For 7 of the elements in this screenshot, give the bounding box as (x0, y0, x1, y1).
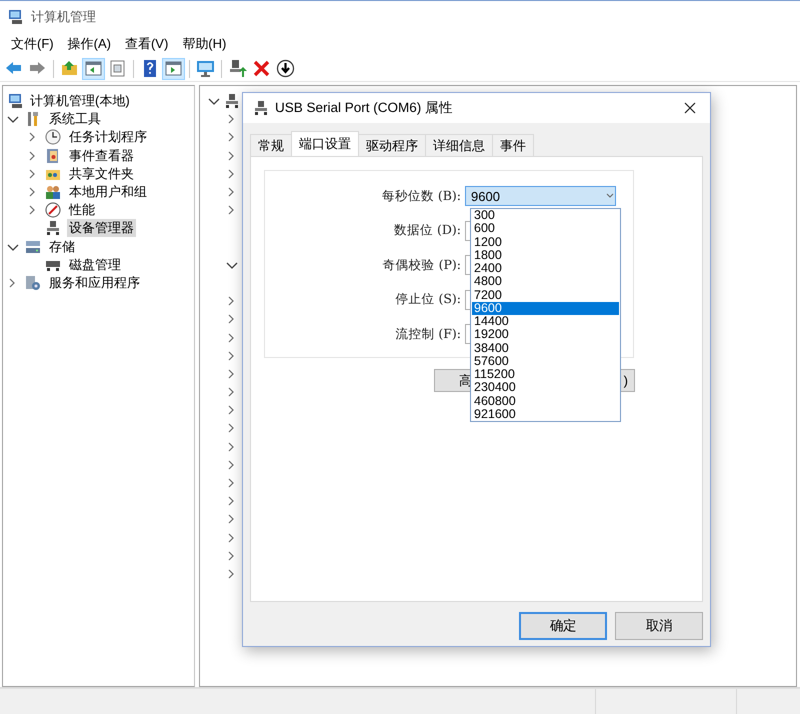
field-label: 数据位 (D): (393, 222, 461, 239)
window-title: 计算机管理 (31, 8, 96, 26)
field-label: 奇偶校验 (P): (382, 256, 461, 274)
field-label: 每秒位数 (B): (380, 188, 461, 204)
dialog-title: USB Serial Port (COM6) 属性 (275, 99, 454, 117)
field-label: 停止位 (S): (394, 291, 461, 308)
field-label: 流控制 (F): (394, 326, 461, 342)
